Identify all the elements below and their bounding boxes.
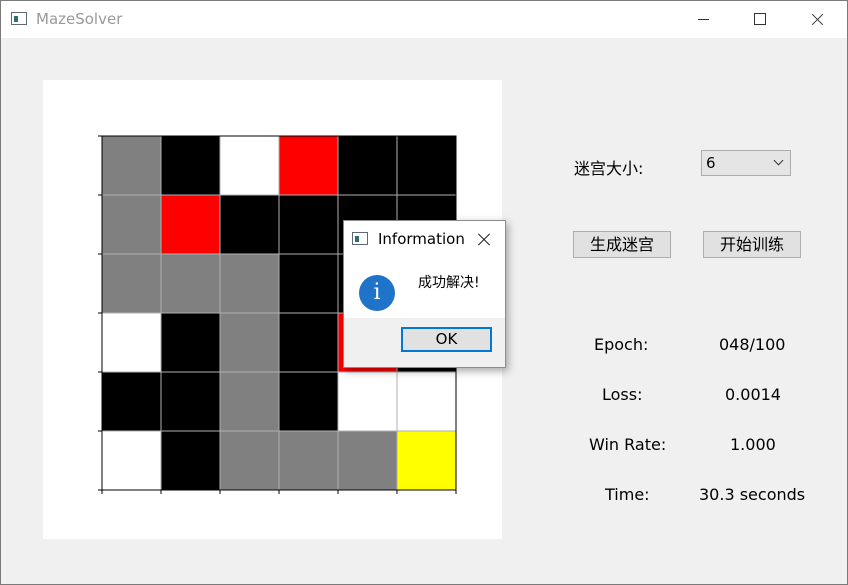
maze-cell	[337, 371, 398, 432]
maze-cell	[160, 253, 221, 314]
maze-cell	[101, 430, 162, 491]
dialog-app-icon	[352, 232, 368, 245]
maze-cell	[101, 312, 162, 373]
maze-cell	[160, 135, 221, 196]
loss-value: 0.0014	[725, 385, 781, 404]
maze-cell	[278, 194, 339, 255]
start-training-button[interactable]: 开始训练	[703, 231, 801, 258]
minimize-button[interactable]	[674, 1, 732, 38]
maze-cell	[160, 194, 221, 255]
close-button[interactable]	[788, 1, 846, 38]
maze-size-value: 6	[706, 154, 716, 172]
maze-cell	[219, 371, 280, 432]
title-bar[interactable]: MazeSolver	[1, 1, 847, 38]
dialog-title: Information	[378, 230, 465, 248]
maze-cell	[160, 312, 221, 373]
maze-cell	[337, 135, 398, 196]
maze-cell	[278, 371, 339, 432]
maze-cell	[278, 312, 339, 373]
maze-cell	[160, 371, 221, 432]
maze-cell	[278, 253, 339, 314]
maximize-button[interactable]	[730, 1, 788, 38]
maze-cell	[396, 430, 457, 491]
dialog-footer: OK	[344, 318, 505, 367]
win-rate-value: 1.000	[730, 435, 776, 454]
maze-cell	[219, 430, 280, 491]
maze-cell	[337, 430, 398, 491]
loss-label: Loss:	[602, 385, 643, 404]
maze-cell	[101, 253, 162, 314]
maze-cell	[101, 371, 162, 432]
maze-cell	[219, 194, 280, 255]
maze-cell	[278, 135, 339, 196]
epoch-label: Epoch:	[594, 335, 649, 354]
maze-cell	[219, 312, 280, 373]
maze-size-select[interactable]: 6	[701, 150, 791, 176]
epoch-value: 048/100	[719, 335, 786, 354]
chevron-down-icon	[773, 155, 784, 166]
information-dialog: Information i 成功解决! OK	[343, 220, 506, 368]
window-title: MazeSolver	[36, 10, 123, 28]
info-icon: i	[359, 275, 395, 311]
main-window: MazeSolver 迷宫大小: 6 生成迷宫 开始训练 Epoch: 048/…	[0, 0, 848, 585]
maze-cell	[219, 253, 280, 314]
maze-cell	[160, 430, 221, 491]
dialog-message: 成功解决!	[418, 275, 480, 291]
time-value: 30.3 seconds	[699, 485, 806, 504]
dialog-close-icon[interactable]	[472, 227, 496, 251]
maze-cell	[219, 135, 280, 196]
app-icon	[11, 12, 27, 25]
maze-size-label: 迷宫大小:	[574, 159, 644, 178]
maze-cell	[101, 135, 162, 196]
maze-cell	[278, 430, 339, 491]
maze-cell	[101, 194, 162, 255]
maze-cell	[396, 135, 457, 196]
time-label: Time:	[605, 485, 650, 504]
win-rate-label: Win Rate:	[589, 435, 667, 454]
ok-button[interactable]: OK	[401, 327, 492, 352]
maze-cell	[396, 371, 457, 432]
generate-maze-button[interactable]: 生成迷宫	[573, 231, 671, 258]
